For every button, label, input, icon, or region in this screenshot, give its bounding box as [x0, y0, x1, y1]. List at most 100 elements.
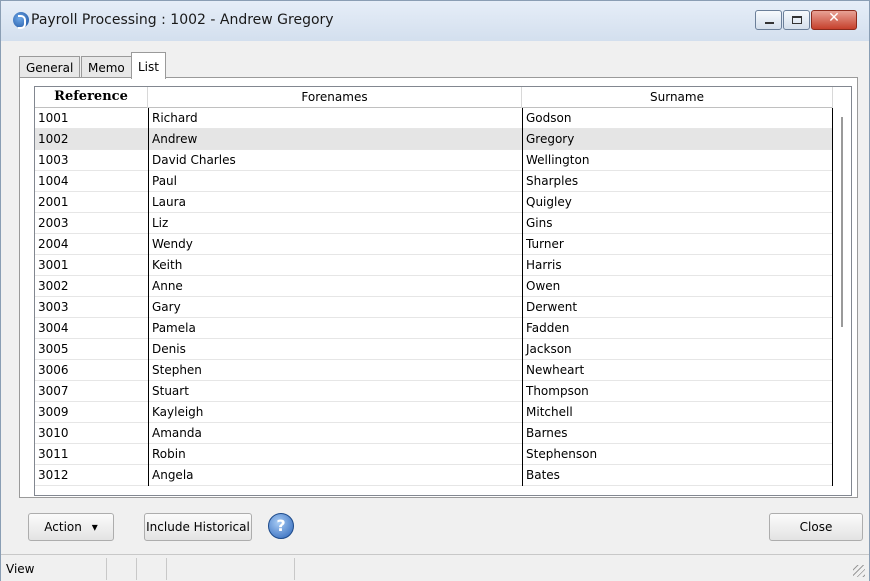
cell-surname: Mitchell	[522, 402, 833, 423]
table-row[interactable]: 2001 Laura Quigley	[35, 192, 833, 213]
table-row[interactable]: 3009 Kayleigh Mitchell	[35, 402, 833, 423]
status-panel-2	[107, 558, 137, 580]
table-row[interactable]: 3010 Amanda Barnes	[35, 423, 833, 444]
cell-surname: Godson	[522, 108, 833, 129]
tab-general-label: General	[26, 61, 74, 75]
cell-reference: 3005	[38, 342, 69, 356]
close-button[interactable]: Close	[769, 513, 863, 541]
cell-reference: 3009	[38, 405, 69, 419]
close-button-label: Close	[799, 520, 833, 534]
cell-reference: 3011	[38, 447, 69, 461]
table-row[interactable]: 3011 Robin Stephenson	[35, 444, 833, 465]
cell-surname: Newheart	[522, 360, 833, 381]
title-bar[interactable]: Payroll Processing : 1002 - Andrew Grego…	[1, 1, 869, 41]
table-row[interactable]: 1004 Paul Sharples	[35, 171, 833, 192]
cell-forenames: Stephen	[148, 360, 522, 381]
cell-forenames: Anne	[148, 276, 522, 297]
table-row[interactable]: 3006 Stephen Newheart	[35, 360, 833, 381]
cell-forenames: David Charles	[148, 150, 522, 171]
cell-reference: 3006	[38, 363, 69, 377]
cell-reference: 2003	[38, 216, 69, 230]
table-row[interactable]: 3007 Stuart Thompson	[35, 381, 833, 402]
cell-reference: 3001	[38, 258, 69, 272]
cell-reference: 3007	[38, 384, 69, 398]
cell-forenames: Andrew	[148, 129, 522, 150]
cell-forenames: Gary	[148, 297, 522, 318]
payroll-window: Payroll Processing : 1002 - Andrew Grego…	[0, 0, 870, 581]
list-panel: Reference Forenames Surname 1001 Richard G…	[19, 77, 858, 498]
table-row[interactable]: 3005 Denis Jackson	[35, 339, 833, 360]
scrollbar-thumb[interactable]	[841, 117, 843, 327]
cell-surname: Bates	[522, 465, 833, 486]
cell-reference: 1001	[38, 111, 69, 125]
action-button-label: Action	[44, 520, 82, 534]
tab-memo[interactable]: Memo	[81, 56, 132, 78]
cell-surname: Owen	[522, 276, 833, 297]
tab-list-label: List	[138, 60, 159, 74]
vertical-scrollbar[interactable]	[833, 87, 851, 495]
table-row[interactable]: 1001 Richard Godson	[35, 108, 833, 129]
cell-forenames: Robin	[148, 444, 522, 465]
cell-surname: Fadden	[522, 318, 833, 339]
status-panel-3	[137, 558, 167, 580]
include-historical-button[interactable]: Include Historical	[144, 513, 252, 541]
help-icon[interactable]: ?	[268, 513, 294, 539]
maximize-icon	[792, 16, 802, 24]
cell-surname: Sharples	[522, 171, 833, 192]
maximize-button[interactable]	[783, 10, 810, 30]
cell-forenames: Keith	[148, 255, 522, 276]
cell-reference: 3010	[38, 426, 69, 440]
cell-forenames: Stuart	[148, 381, 522, 402]
chevron-down-icon: ▾	[91, 520, 98, 534]
table-row[interactable]: 3002 Anne Owen	[35, 276, 833, 297]
cell-surname: Derwent	[522, 297, 833, 318]
column-header-surname[interactable]: Surname	[522, 87, 833, 108]
table-row[interactable]: 2003 Liz Gins	[35, 213, 833, 234]
cell-surname: Turner	[522, 234, 833, 255]
app-logo-icon	[13, 12, 29, 29]
cell-forenames: Richard	[148, 108, 522, 129]
minimize-button[interactable]	[755, 10, 782, 30]
column-header-forenames[interactable]: Forenames	[148, 87, 522, 108]
cell-surname: Thompson	[522, 381, 833, 402]
cell-forenames: Angela	[148, 465, 522, 486]
cell-forenames: Denis	[148, 339, 522, 360]
cell-forenames: Amanda	[148, 423, 522, 444]
cell-reference: 3012	[38, 468, 69, 482]
cell-surname: Gins	[522, 213, 833, 234]
cell-surname: Harris	[522, 255, 833, 276]
tab-list[interactable]: List	[131, 52, 166, 79]
tab-memo-label: Memo	[88, 61, 125, 75]
table-row[interactable]: 3004 Pamela Fadden	[35, 318, 833, 339]
table-body: 1001 Richard Godson 1002 Andrew Gregory 1003 Da…	[35, 108, 833, 495]
table-row[interactable]: 1002 Andrew Gregory	[35, 129, 833, 150]
cell-forenames: Paul	[148, 171, 522, 192]
window-title: Payroll Processing : 1002 - Andrew Grego…	[31, 12, 334, 28]
cell-surname: Gregory	[522, 129, 833, 150]
window-close-button[interactable]: ✕	[811, 10, 857, 30]
cell-surname: Wellington	[522, 150, 833, 171]
employee-table[interactable]: Reference Forenames Surname 1001 Richard G…	[34, 86, 852, 496]
cell-forenames: Wendy	[148, 234, 522, 255]
cell-reference: 3004	[38, 321, 69, 335]
cell-surname: Jackson	[522, 339, 833, 360]
cell-forenames: Kayleigh	[148, 402, 522, 423]
table-row[interactable]: 1003 David Charles Wellington	[35, 150, 833, 171]
cell-reference: 2001	[38, 195, 69, 209]
status-bar: View	[1, 554, 869, 581]
table-row[interactable]: 2004 Wendy Turner	[35, 234, 833, 255]
action-button[interactable]: Action ▾	[28, 513, 114, 541]
cell-reference: 3002	[38, 279, 69, 293]
cell-reference: 1003	[38, 153, 69, 167]
table-row[interactable]: 3001 Keith Harris	[35, 255, 833, 276]
table-row[interactable]: 3012 Angela Bates	[35, 465, 833, 486]
tab-general[interactable]: General	[19, 56, 81, 78]
resize-grip-icon[interactable]	[853, 565, 865, 577]
cell-surname: Stephenson	[522, 444, 833, 465]
cell-reference: 1004	[38, 174, 69, 188]
minimize-icon	[765, 22, 774, 24]
table-row[interactable]: 3003 Gary Derwent	[35, 297, 833, 318]
cell-forenames: Pamela	[148, 318, 522, 339]
cell-reference: 2004	[38, 237, 69, 251]
column-header-reference[interactable]: Reference	[35, 87, 148, 108]
